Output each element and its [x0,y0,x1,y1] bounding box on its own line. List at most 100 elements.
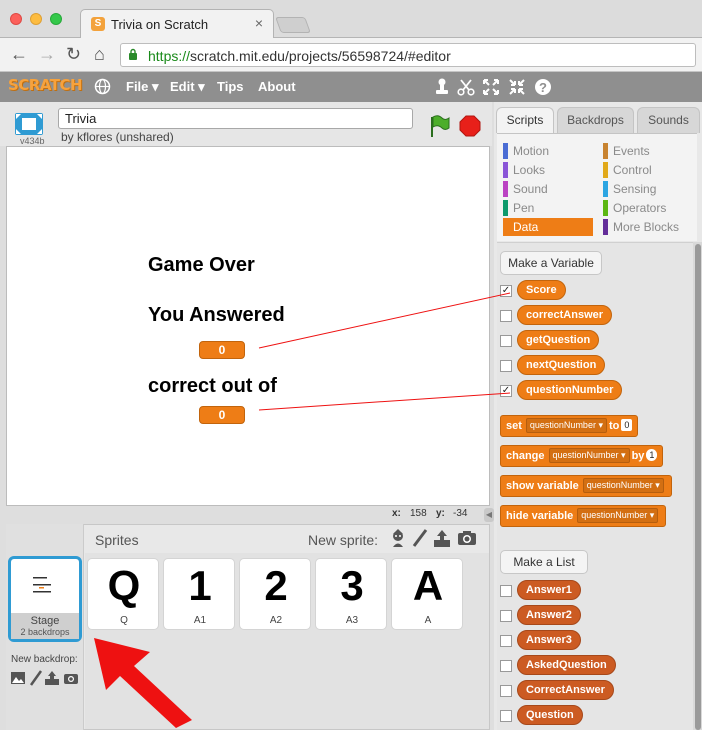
question-number-checkbox[interactable]: ✓ [500,385,512,397]
window-zoom-button[interactable] [50,13,62,25]
list-checkbox[interactable] [500,660,512,672]
reload-icon[interactable]: ↻ [66,44,81,64]
variable-dropdown[interactable]: questionNumber ▾ [525,418,607,433]
home-icon[interactable]: ⌂ [94,44,105,64]
palette-scroll-thumb[interactable] [695,244,701,730]
variable-get-question[interactable]: getQuestion [517,330,600,350]
variable-dropdown[interactable]: questionNumber ▾ [577,508,659,523]
list-checkbox[interactable] [500,585,512,597]
list-answer2[interactable]: Answer2 [517,605,581,625]
browser-tab[interactable]: S Trivia on Scratch × [80,9,274,39]
category-sound[interactable]: Sound [503,180,593,198]
variable-next-question[interactable]: nextQuestion [517,355,606,375]
category-label: Control [613,163,652,177]
set-variable-block[interactable]: set questionNumber ▾ to 0 [500,415,639,437]
question-number-monitor[interactable]: 0 [199,406,245,424]
list-correct-answer[interactable]: CorrectAnswer [517,680,614,700]
delete-scissors-icon[interactable] [456,77,476,97]
change-variable-block[interactable]: change questionNumber ▾ by 1 [500,445,664,467]
window-minimize-button[interactable] [30,13,42,25]
tips-menu[interactable]: Tips [217,79,244,94]
backdrop-library-icon[interactable] [10,670,26,686]
variable-score[interactable]: Score [517,280,566,300]
block-keyword: by [631,450,645,462]
score-monitor[interactable]: 0 [199,341,245,359]
next-question-checkbox[interactable] [500,360,512,372]
get-question-checkbox[interactable] [500,335,512,347]
make-variable-button[interactable]: Make a Variable [500,251,602,275]
category-label: Events [613,144,650,158]
category-operators[interactable]: Operators [603,199,695,217]
list-checkbox[interactable] [500,635,512,647]
variable-dropdown[interactable]: questionNumber ▾ [582,478,664,493]
sprite-tile-a3[interactable]: 3 A3 [315,558,387,630]
paint-backdrop-icon[interactable] [28,670,44,686]
collapse-arrow-icon[interactable]: ◀ [484,508,494,522]
variable-dropdown[interactable]: questionNumber ▾ [548,448,630,463]
backdrop-camera-icon[interactable] [63,670,79,686]
variable-question-number[interactable]: questionNumber [517,380,623,400]
choose-sprite-library-icon[interactable] [388,528,408,548]
new-sprite-label: New sprite: [308,532,379,548]
tab-sounds[interactable]: Sounds [637,107,700,133]
list-answer3[interactable]: Answer3 [517,630,581,650]
project-title-input[interactable]: Trivia [58,108,413,129]
block-keyword: set [506,420,522,432]
category-more-blocks[interactable]: More Blocks [603,218,695,236]
tab-close-icon[interactable]: × [255,15,263,31]
list-checkbox[interactable] [500,685,512,697]
sprite-tile-a2[interactable]: 2 A2 [239,558,311,630]
value-input[interactable]: 0 [621,419,633,431]
duplicate-stamp-icon[interactable] [432,77,452,97]
stage-mode-toggle-icon[interactable] [14,112,44,136]
grow-icon[interactable] [481,77,501,97]
upload-backdrop-icon[interactable] [44,670,60,686]
value-input[interactable]: 1 [646,449,658,461]
block-keyword: show variable [506,480,579,492]
category-control[interactable]: Control [603,161,695,179]
file-menu[interactable]: File ▾ [126,79,159,95]
about-menu[interactable]: About [258,79,296,94]
edit-menu[interactable]: Edit ▾ [170,79,205,95]
window-close-button[interactable] [10,13,22,25]
list-asked-question[interactable]: AskedQuestion [517,655,616,675]
address-bar[interactable]: https://scratch.mit.edu/projects/5659872… [120,43,696,67]
category-looks[interactable]: Looks [503,161,593,179]
list-checkbox[interactable] [500,710,512,722]
list-question[interactable]: Question [517,705,583,725]
sprite-tile-q[interactable]: Q Q [87,558,159,630]
score-checkbox[interactable]: ✓ [500,285,512,297]
help-icon[interactable]: ? [533,77,553,97]
stage-canvas[interactable]: Game Over You Answered 0 correct out of … [6,146,490,506]
forward-arrow-icon[interactable]: → [38,44,56,64]
stop-sign-icon[interactable] [459,115,481,137]
new-tab-button[interactable] [275,17,311,33]
sprite-tile-a1[interactable]: 1 A1 [163,558,235,630]
category-events[interactable]: Events [603,142,695,160]
shrink-icon[interactable] [507,77,527,97]
correct-answer-checkbox[interactable] [500,310,512,322]
tab-backdrops[interactable]: Backdrops [557,107,634,133]
category-data[interactable]: Data [503,218,593,236]
make-list-button[interactable]: Make a List [500,550,588,574]
paint-brush-icon[interactable] [410,528,430,548]
show-variable-block[interactable]: show variable questionNumber ▾ [500,475,672,497]
camera-icon[interactable] [457,528,477,548]
back-arrow-icon[interactable]: ← [10,44,28,64]
category-sensing[interactable]: Sensing [603,180,695,198]
category-motion[interactable]: Motion [503,142,593,160]
upload-sprite-icon[interactable] [432,528,452,548]
language-globe-icon[interactable] [94,78,111,95]
category-pen[interactable]: Pen [503,199,593,217]
sprite-tile-a[interactable]: A A [391,558,463,630]
green-flag-icon[interactable] [428,114,450,138]
list-answer1[interactable]: Answer1 [517,580,581,600]
stage-thumbnail-image [15,563,75,611]
sprite-costume: 3 [340,562,364,609]
hide-variable-block[interactable]: hide variable questionNumber ▾ [500,505,667,527]
tab-scripts[interactable]: Scripts [496,107,554,133]
scratch-logo[interactable]: SCRATCH [8,76,83,94]
variable-correct-answer[interactable]: correctAnswer [517,305,613,325]
list-checkbox[interactable] [500,610,512,622]
stage-thumbnail[interactable]: Stage 2 backdrops [8,556,82,642]
